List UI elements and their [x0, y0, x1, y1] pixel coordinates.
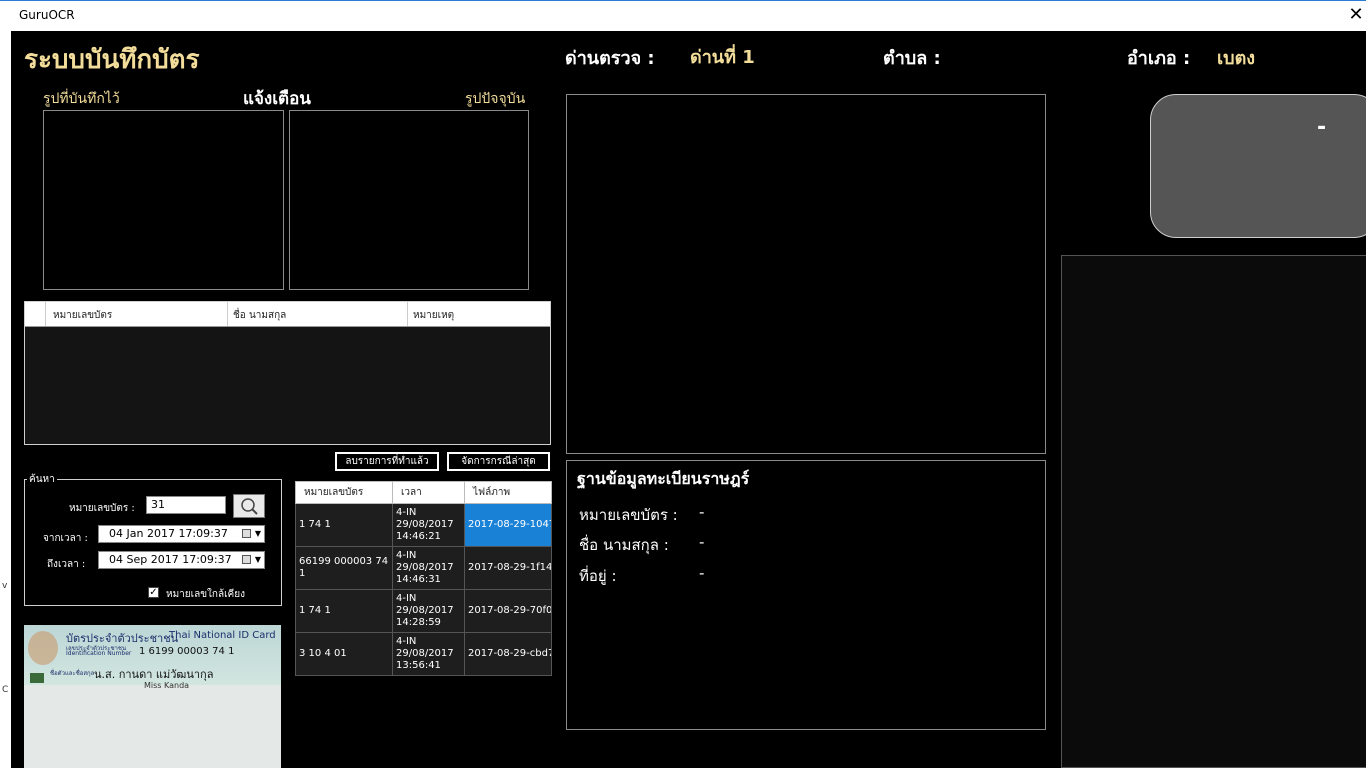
window-title: GuruOCR	[19, 8, 75, 22]
alert-col-card[interactable]: หมายเลขบัตร	[53, 308, 112, 323]
registry-address-value: -	[699, 564, 705, 582]
registry-title: ฐานข้อมูลทะเบียนราษฎร์	[577, 469, 750, 488]
table-row[interactable]: 1 74 1 4-IN 29/08/2017 14:28:59 2017-08-…	[295, 589, 552, 633]
registry-card-label: หมายเลขบัตร :	[579, 506, 678, 524]
registry-name-value: -	[699, 533, 705, 551]
right-image-panel	[1061, 255, 1366, 768]
cell-file[interactable]: 2017-08-29-cbd7	[464, 632, 552, 676]
registry-panel: ฐานข้อมูลทะเบียนราษฎร์ หมายเลขบัตร : - ช…	[566, 460, 1046, 730]
near-number-label: หมายเลขใกล้เคียง	[166, 589, 245, 600]
subdistrict-label: ตำบล :	[883, 48, 941, 69]
table-row[interactable]: 3 10 4 01 4-IN 29/08/2017 13:56:41 2017-…	[295, 632, 552, 676]
desktop-strip: v C	[0, 31, 11, 768]
from-time-picker[interactable]: 04 Jan 2017 17:09:37 ▼	[98, 525, 265, 543]
search-card-label: หมายเลขบัตร :	[69, 503, 135, 514]
status-value: -	[1317, 115, 1327, 140]
alert-title: แจ้งเตือน	[243, 89, 311, 109]
from-time-label: จากเวลา :	[43, 533, 88, 544]
cell-file[interactable]: 2017-08-29-1047	[464, 503, 552, 547]
card-title-en: Thai National ID Card	[169, 630, 276, 641]
alert-grid-header: หมายเลขบัตร ชื่อ นามสกุล หมายเหตุ	[25, 302, 550, 327]
status-panel: -	[1150, 94, 1366, 238]
alert-col-name[interactable]: ชื่อ นามสกุล	[233, 308, 286, 323]
calendar-icon	[242, 529, 251, 538]
cell-time[interactable]: 4-IN 29/08/2017 13:56:41	[392, 632, 465, 676]
strip-glyph-c: C	[2, 685, 9, 695]
from-time-value: 04 Jan 2017 17:09:37	[109, 527, 228, 540]
card-id-number: 1 6199 00003 74 1	[139, 646, 235, 657]
app-title: ระบบบันทึกบัตร	[24, 45, 200, 75]
cell-time[interactable]: 4-IN 29/08/2017 14:46:21	[392, 503, 465, 547]
card-name-label: ชื่อตัวและชื่อสกุล	[50, 670, 95, 677]
clear-done-button[interactable]: ลบรายการที่ทำแล้ว	[335, 452, 439, 471]
table-row[interactable]: 66199 000003 74 1 4-IN 29/08/2017 14:46:…	[295, 546, 552, 590]
district-label: อำเภอ :	[1127, 48, 1191, 69]
checkpoint-value: ด่านที่ 1	[690, 47, 755, 68]
district-value: เบตง	[1217, 48, 1256, 69]
current-photo-box	[289, 110, 529, 290]
to-time-value: 04 Sep 2017 17:09:37	[109, 553, 232, 566]
cell-file[interactable]: 2017-08-29-1f141	[464, 546, 552, 590]
to-time-picker[interactable]: 04 Sep 2017 17:09:37 ▼	[98, 551, 265, 569]
strip-glyph-v: v	[2, 581, 8, 591]
dropdown-arrow-icon: ▼	[254, 555, 261, 564]
main-window: ระบบบันทึกบัตร ด่านตรวจ : ด่านที่ 1 ตำบล…	[11, 31, 1366, 768]
cell-card[interactable]: 66199 000003 74 1	[295, 546, 393, 590]
camera-view	[566, 94, 1046, 454]
search-button[interactable]	[233, 494, 265, 518]
calendar-icon	[242, 555, 251, 564]
handle-latest-button[interactable]: จัดการกรณีล่าสุด	[447, 452, 550, 471]
cell-card[interactable]: 3 10 4 01	[295, 632, 393, 676]
log-table[interactable]: หมายเลขบัตร เวลา ไฟล์ภาพ 1 74 1 4-IN 29/…	[295, 481, 552, 676]
cell-time[interactable]: 4-IN 29/08/2017 14:28:59	[392, 589, 465, 633]
cell-file[interactable]: 2017-08-29-70f0c	[464, 589, 552, 633]
saved-photo-label: รูปที่บันทึกไว้	[43, 91, 120, 107]
cell-time[interactable]: 4-IN 29/08/2017 14:46:31	[392, 546, 465, 590]
registry-card-value: -	[699, 503, 705, 521]
chip-icon	[30, 673, 44, 683]
card-id-label-en: Identification Number	[66, 650, 132, 657]
log-col-card[interactable]: หมายเลขบัตร	[295, 481, 393, 504]
card-name-en: Miss Kanda	[144, 681, 190, 690]
saved-photo-box	[43, 110, 284, 290]
log-table-header: หมายเลขบัตร เวลา ไฟล์ภาพ	[295, 481, 552, 504]
cell-card[interactable]: 1 74 1	[295, 503, 393, 547]
to-time-label: ถึงเวลา :	[47, 559, 86, 570]
log-col-file[interactable]: ไฟล์ภาพ	[464, 481, 552, 504]
registry-address-label: ที่อยู่ :	[579, 567, 617, 585]
close-icon[interactable]: ✕	[1346, 1, 1366, 31]
current-photo-label: รูปปัจจุบัน	[465, 91, 526, 107]
alert-grid[interactable]: หมายเลขบัตร ชื่อ นามสกุล หมายเหตุ	[24, 301, 551, 445]
checkpoint-label: ด่านตรวจ :	[565, 48, 655, 69]
search-card-input[interactable]: 31	[146, 496, 226, 514]
search-legend: ค้นหา	[29, 474, 55, 485]
dropdown-arrow-icon: ▼	[254, 529, 261, 538]
cell-card[interactable]: 1 74 1	[295, 589, 393, 633]
id-card-image: บัตรประจำตัวประชาชน Thai National ID Car…	[24, 625, 281, 768]
magnifier-icon	[241, 498, 258, 515]
near-number-checkbox[interactable]: ✓	[148, 587, 159, 598]
table-row[interactable]: 1 74 1 4-IN 29/08/2017 14:46:21 2017-08-…	[295, 503, 552, 547]
title-bar: GuruOCR ✕	[0, 0, 1366, 31]
garuda-emblem-icon	[28, 631, 58, 665]
registry-name-label: ชื่อ นามสกุล :	[579, 536, 669, 554]
alert-col-note[interactable]: หมายเหตุ	[413, 308, 454, 323]
log-col-time[interactable]: เวลา	[392, 481, 465, 504]
